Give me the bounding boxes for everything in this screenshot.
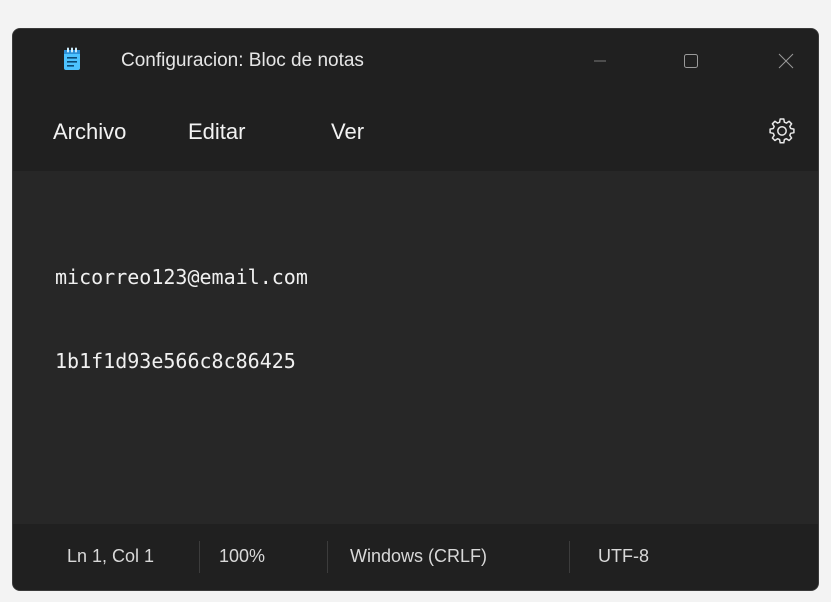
line-ending[interactable]: Windows (CRLF) — [350, 546, 487, 567]
close-icon — [778, 53, 794, 69]
status-bar: Ln 1, Col 1 100% Windows (CRLF) UTF-8 — [13, 524, 818, 590]
text-editor[interactable]: micorreo123@email.com 1b1f1d93e566c8c864… — [13, 171, 818, 526]
status-divider — [327, 541, 328, 573]
zoom-level[interactable]: 100% — [219, 546, 265, 567]
maximize-icon — [683, 53, 699, 69]
notepad-icon — [63, 47, 81, 71]
status-divider — [569, 541, 570, 573]
menu-archivo[interactable]: Archivo — [53, 119, 126, 145]
status-divider — [199, 541, 200, 573]
menu-ver[interactable]: Ver — [331, 119, 364, 145]
cursor-position[interactable]: Ln 1, Col 1 — [67, 546, 154, 567]
encoding[interactable]: UTF-8 — [598, 546, 649, 567]
editor-line: 1b1f1d93e566c8c86425 — [55, 349, 296, 373]
minimize-icon — [593, 54, 607, 68]
editor-content[interactable]: micorreo123@email.com 1b1f1d93e566c8c864… — [55, 207, 308, 431]
window-title: Configuracion: Bloc de notas — [121, 50, 364, 71]
editor-line: micorreo123@email.com — [55, 265, 308, 289]
maximize-button[interactable] — [668, 39, 714, 83]
close-button[interactable] — [763, 39, 809, 83]
notepad-window: Configuracion: Bloc de notas Archivo Edi… — [12, 28, 819, 591]
minimize-button[interactable] — [577, 39, 623, 83]
menu-bar: Archivo Editar Ver — [13, 91, 818, 171]
gear-icon — [768, 116, 796, 149]
menu-editar[interactable]: Editar — [188, 119, 245, 145]
settings-button[interactable] — [765, 115, 799, 149]
title-bar[interactable]: Configuracion: Bloc de notas — [13, 29, 818, 91]
